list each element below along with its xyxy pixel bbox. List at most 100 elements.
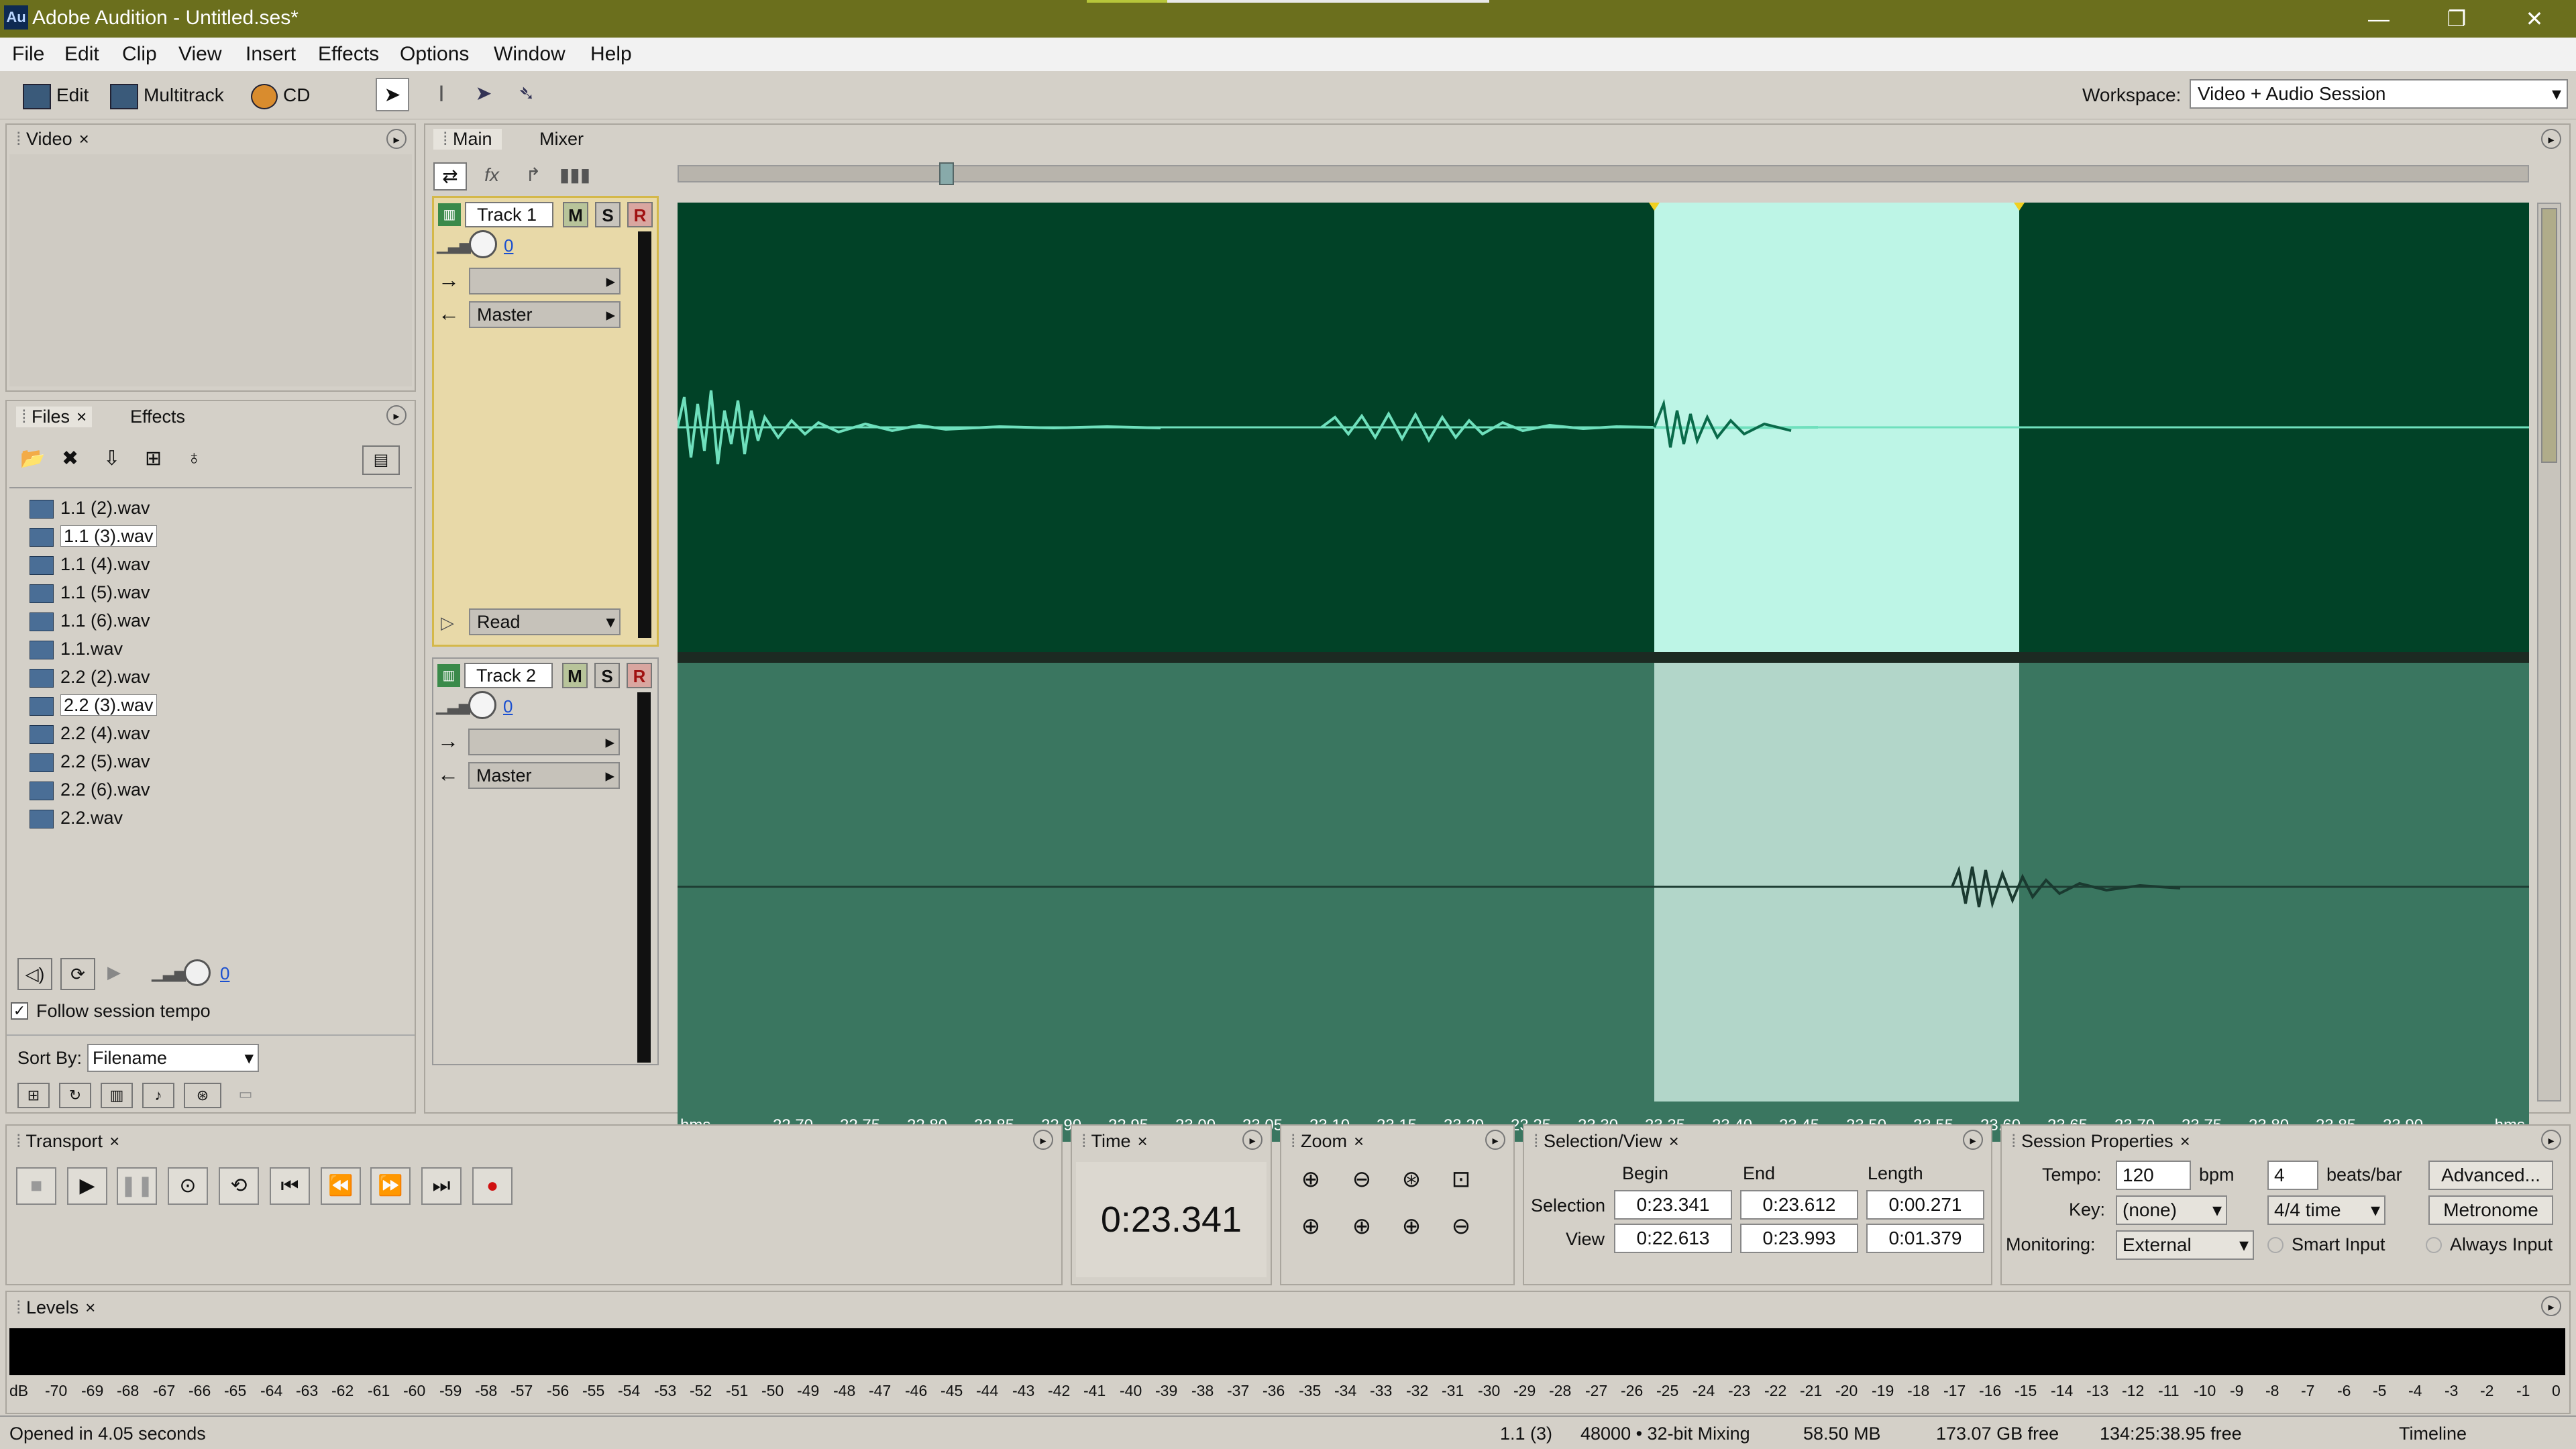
panel-menu-icon[interactable]: ▸ <box>1963 1130 1983 1150</box>
close-icon[interactable]: × <box>79 129 89 149</box>
selection-end-field[interactable]: 0:23.612 <box>1740 1190 1858 1220</box>
stop-icon[interactable]: ■ <box>16 1167 56 1205</box>
menu-window[interactable]: Window <box>494 43 566 66</box>
automation-mode-select[interactable]: Read ▾ <box>469 608 621 635</box>
mute-button[interactable]: M <box>563 202 588 227</box>
tab-effects[interactable]: Effects <box>130 407 185 427</box>
tempo-field[interactable]: 120 <box>2116 1161 2191 1190</box>
tab-time[interactable]: ⁞ Time × <box>1081 1131 1148 1152</box>
tab-transport[interactable]: ⁞ Transport × <box>16 1131 119 1152</box>
scrollbar-thumb[interactable] <box>2541 208 2557 463</box>
close-file-icon[interactable]: ✖ <box>62 447 91 474</box>
tab-files[interactable]: ⁞ Files × <box>16 407 93 427</box>
record-arm-button[interactable]: R <box>627 663 652 688</box>
selection-begin-field[interactable]: 0:23.341 <box>1614 1190 1732 1220</box>
expand-triangle-icon[interactable]: ▷ <box>441 612 454 633</box>
menu-help[interactable]: Help <box>590 43 632 66</box>
volume-value[interactable]: 0 <box>220 963 229 984</box>
tab-levels[interactable]: ⁞ Levels × <box>16 1297 95 1318</box>
menu-insert[interactable]: Insert <box>246 43 296 66</box>
show-cue-icon[interactable]: ⊛ <box>184 1083 221 1108</box>
solo-button[interactable]: S <box>595 202 621 227</box>
zoom-out-horizontal-icon[interactable]: ⊖ <box>1344 1166 1379 1201</box>
insert-into-multitrack-icon[interactable]: ⇩ <box>103 447 133 474</box>
show-video-icon[interactable]: ▥ <box>101 1083 133 1108</box>
close-button[interactable]: ✕ <box>2508 5 2561 32</box>
volume-knob[interactable] <box>468 691 496 719</box>
show-loops-icon[interactable]: ↻ <box>59 1083 91 1108</box>
tab-zoom[interactable]: ⁞ Zoom × <box>1291 1131 1364 1152</box>
close-icon[interactable]: × <box>1138 1131 1148 1151</box>
selection-length-field[interactable]: 0:00.271 <box>1866 1190 1984 1220</box>
key-select[interactable]: (none) ▾ <box>2116 1195 2227 1225</box>
workspace-select[interactable]: Video + Audio Session ▾ <box>2190 79 2568 109</box>
panel-menu-icon[interactable]: ▸ <box>386 129 407 149</box>
zoom-in-horizontal-icon[interactable]: ⊕ <box>1293 1166 1328 1201</box>
inputs-outputs-icon[interactable]: ⇄ <box>433 162 467 191</box>
view-begin-field[interactable]: 0:22.613 <box>1614 1224 1732 1253</box>
mute-button[interactable]: M <box>562 663 588 688</box>
eq-icon[interactable]: ▮▮▮ <box>558 162 592 191</box>
tab-session-properties[interactable]: ⁞ Session Properties × <box>2011 1131 2190 1152</box>
close-icon[interactable]: × <box>2180 1131 2190 1151</box>
sort-by-select[interactable]: Filename ▾ <box>87 1044 259 1072</box>
menu-edit[interactable]: Edit <box>64 43 99 66</box>
panel-menu-icon[interactable]: ▸ <box>2541 129 2561 149</box>
zoom-to-left-edge-icon[interactable]: ⊕ <box>1293 1213 1328 1248</box>
input-select[interactable]: ▸ <box>469 268 621 294</box>
play-icon[interactable]: ▶ <box>67 1167 107 1205</box>
zoom-to-selection-icon[interactable]: ⊡ <box>1444 1166 1479 1201</box>
maximize-button[interactable]: ❐ <box>2430 5 2483 32</box>
move-tool-icon[interactable]: ➤ <box>376 78 409 111</box>
always-input-radio[interactable] <box>2426 1237 2442 1253</box>
menu-effects[interactable]: Effects <box>318 43 379 66</box>
tab-selection-view[interactable]: ⁞ Selection/View × <box>1534 1131 1679 1152</box>
record-icon[interactable]: ● <box>472 1167 513 1205</box>
autoplay-icon[interactable]: ▶ <box>107 962 121 983</box>
tab-mixer[interactable]: Mixer <box>539 129 584 150</box>
close-icon[interactable]: × <box>76 407 87 427</box>
close-icon[interactable]: × <box>1354 1131 1364 1151</box>
insert-into-cd-icon[interactable]: ⊞ <box>145 447 174 474</box>
output-select[interactable]: Master ▸ <box>469 301 621 328</box>
overview-bar[interactable] <box>678 165 2529 182</box>
panel-menu-icon[interactable]: ▸ <box>2541 1296 2561 1316</box>
list-item[interactable]: 1.1 (2).wav <box>30 494 150 522</box>
track-name-field[interactable]: Track 2 <box>464 663 553 688</box>
close-icon[interactable]: × <box>1669 1131 1679 1151</box>
vertical-scrollbar[interactable] <box>2537 203 2561 1102</box>
menu-clip[interactable]: Clip <box>122 43 157 66</box>
list-item[interactable]: 1.1 (4).wav <box>30 550 150 578</box>
metronome-button[interactable]: Metronome <box>2428 1195 2553 1225</box>
zoom-out-vertical-icon[interactable]: ⊖ <box>1444 1213 1479 1248</box>
smart-input-radio[interactable] <box>2267 1237 2284 1253</box>
menu-view[interactable]: View <box>178 43 221 66</box>
follow-tempo-checkbox[interactable]: ✓ <box>11 1002 28 1020</box>
scrub-tool-icon[interactable]: ➴ <box>510 78 543 111</box>
show-options-icon[interactable]: ▤ <box>362 445 400 475</box>
minimize-button[interactable]: — <box>2352 5 2406 32</box>
panel-menu-icon[interactable]: ▸ <box>1242 1130 1263 1150</box>
list-item[interactable]: 2.2 (5).wav <box>30 747 150 775</box>
list-item[interactable]: 1.1.wav <box>30 635 123 663</box>
list-item[interactable]: 2.2 (4).wav <box>30 719 150 747</box>
list-item[interactable]: 1.1 (5).wav <box>30 578 150 606</box>
output-select[interactable]: Master ▸ <box>468 762 620 789</box>
waveform-svg[interactable] <box>678 203 2529 1115</box>
list-item[interactable]: 2.2.wav <box>30 804 123 832</box>
sends-icon[interactable]: ↱ <box>517 162 550 191</box>
list-item[interactable]: 1.1 (6).wav <box>30 606 150 635</box>
edit-view-button[interactable]: Edit <box>23 80 89 110</box>
pause-icon[interactable]: ❚❚ <box>117 1167 157 1205</box>
time-selection-tool-icon[interactable]: I <box>427 78 456 111</box>
volume-value[interactable]: 0 <box>504 235 513 256</box>
panel-menu-icon[interactable]: ▸ <box>386 405 407 425</box>
monitoring-select[interactable]: External ▾ <box>2116 1230 2254 1260</box>
show-midi-icon[interactable]: ♪ <box>142 1083 174 1108</box>
multitrack-view-button[interactable]: Multitrack <box>110 80 224 110</box>
volume-knob[interactable] <box>469 230 497 258</box>
edit-file-icon[interactable]: ♁ <box>186 447 216 474</box>
hybrid-tool-icon[interactable]: ➤ <box>467 78 500 111</box>
advanced-button[interactable]: Advanced... <box>2428 1161 2553 1190</box>
solo-button[interactable]: S <box>594 663 620 688</box>
